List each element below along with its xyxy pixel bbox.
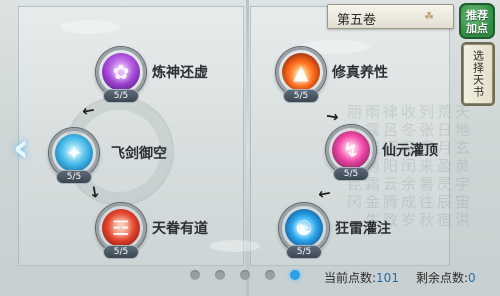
skill-label: 仙元灌顶 — [382, 143, 438, 159]
page-dot[interactable] — [215, 270, 225, 280]
recommend-points-button[interactable]: 推荐 加点 — [459, 3, 495, 39]
page-dot[interactable] — [240, 270, 250, 280]
skill-level-badge: 5/5 — [333, 167, 369, 181]
chevron-left-icon[interactable]: ‹ — [6, 125, 36, 171]
remaining-points-value: 0 — [468, 271, 476, 285]
skill-node-feijian[interactable]: ✦ 5/5 飞剑御空 — [49, 128, 199, 186]
skill-label: 狂雷灌注 — [335, 221, 391, 237]
page-dot-active[interactable] — [290, 270, 300, 280]
skill-level-badge: 5/5 — [283, 89, 319, 103]
choose-book-button[interactable]: 选择天书 — [463, 44, 493, 104]
current-points-label: 当前点数: — [324, 271, 377, 285]
remaining-points: 剩余点数:0 — [416, 269, 476, 286]
skill-node-lianshen[interactable]: ✿ 5/5 炼神还虚 — [96, 47, 246, 105]
choose-book-label: 选择天书 — [471, 50, 485, 98]
page-dot[interactable] — [265, 270, 275, 280]
skill-node-tianjuan[interactable]: ☲ 5/5 天眷有道 — [96, 203, 246, 261]
page-dot[interactable] — [190, 270, 200, 280]
skill-node-xianyuan[interactable]: ↯ 5/5 仙元灌顶 — [326, 125, 476, 183]
volume-selector[interactable]: 第五卷 ☘ — [327, 4, 454, 29]
skill-node-xiuzhen[interactable]: ▲ 5/5 修真养性 — [276, 47, 426, 105]
skill-level-badge: 5/5 — [103, 245, 139, 259]
center-divider — [246, 0, 249, 296]
skill-label: 炼神还虚 — [152, 65, 208, 81]
current-points-value: 101 — [376, 271, 399, 285]
lotus-icon: ☘ — [424, 10, 434, 23]
skill-node-kuanglei[interactable]: ☯ 5/5 狂雷灌注 — [279, 203, 429, 261]
volume-label: 第五卷 — [337, 13, 377, 28]
skill-level-badge: 5/5 — [286, 245, 322, 259]
cloud-decoration — [60, 20, 120, 34]
remaining-points-label: 剩余点数: — [416, 271, 469, 285]
recommend-label-line1: 推荐 — [466, 9, 488, 22]
skill-label: 天眷有道 — [152, 221, 208, 237]
recommend-label-line2: 加点 — [466, 22, 488, 35]
current-points: 当前点数:101 — [324, 269, 399, 286]
skill-label: 飞剑御空 — [111, 146, 167, 162]
skill-level-badge: 5/5 — [103, 89, 139, 103]
skill-level-badge: 5/5 — [56, 170, 92, 184]
skill-label: 修真养性 — [332, 65, 388, 81]
